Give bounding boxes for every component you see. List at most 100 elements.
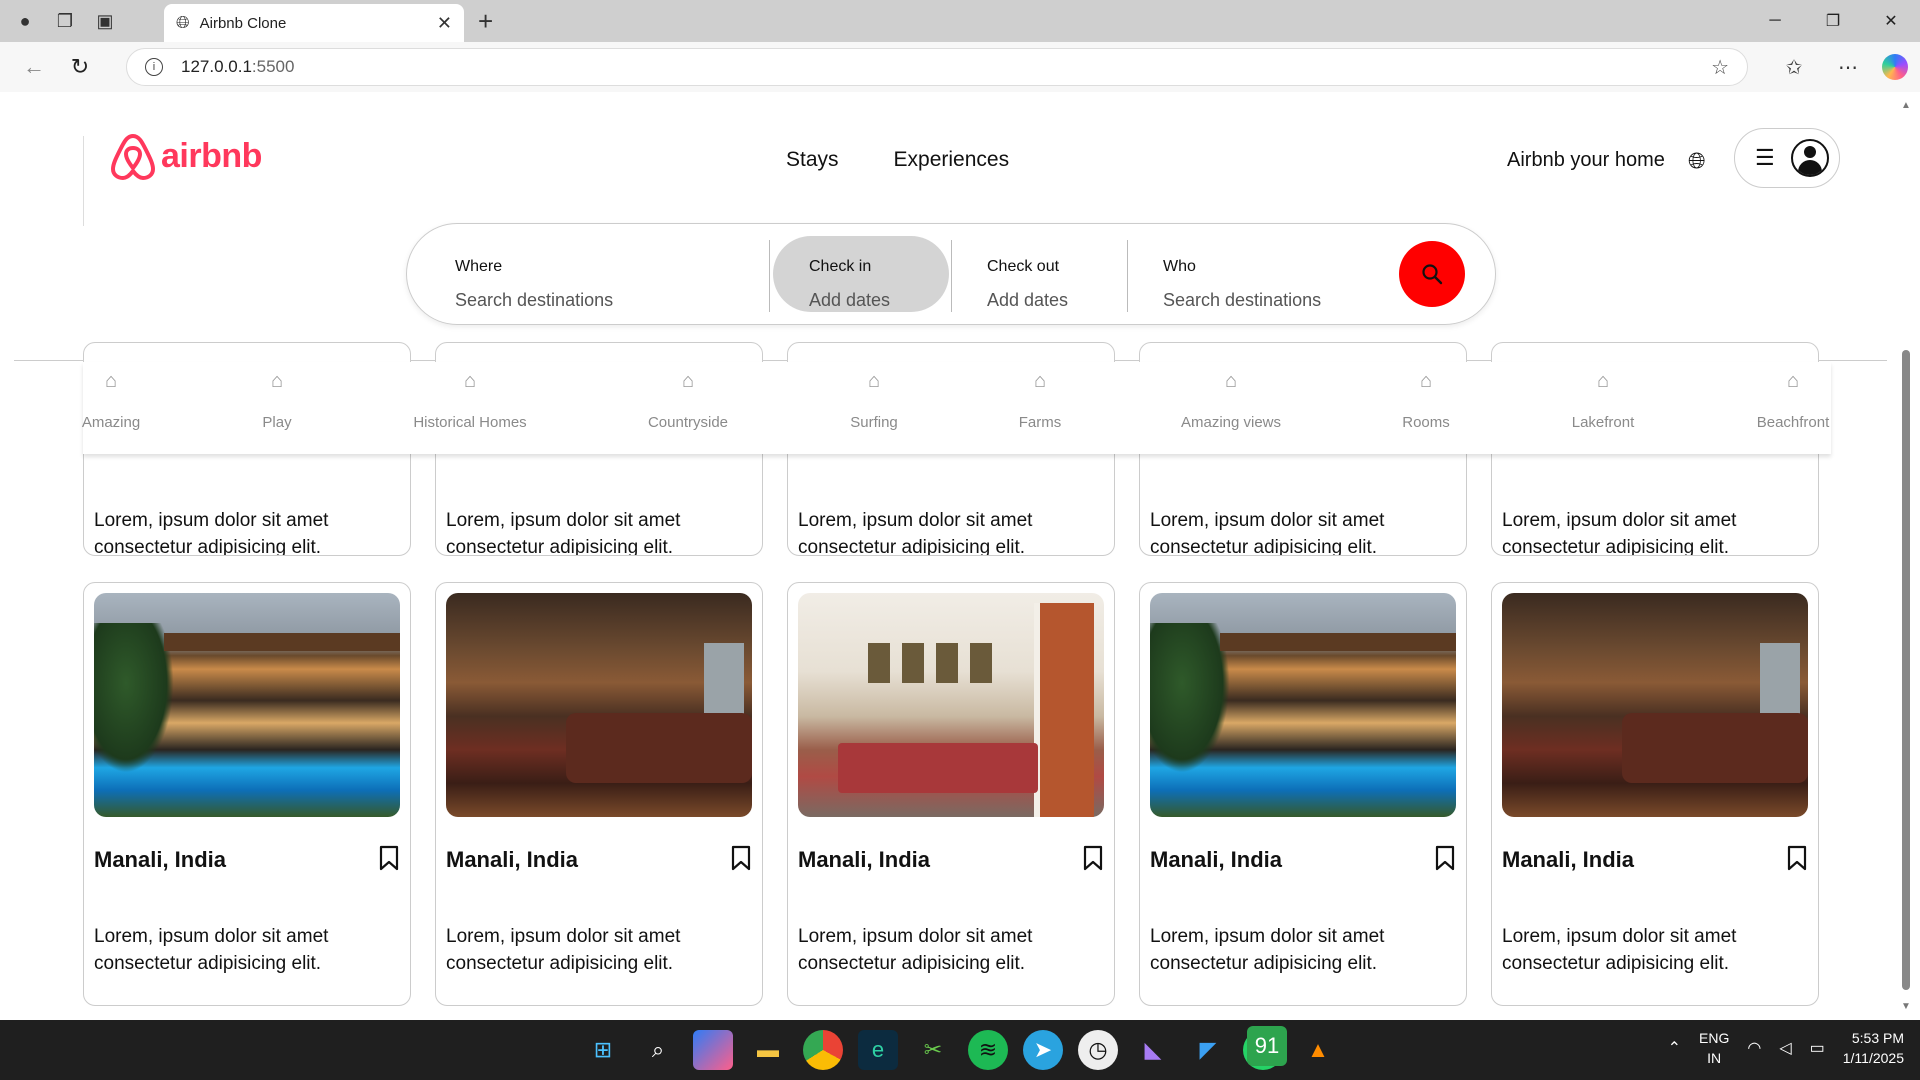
snipping-tool-icon[interactable]: ✂: [913, 1030, 953, 1070]
listing-card[interactable]: Manali, India Lorem, ipsum dolor sit ame…: [83, 582, 411, 1006]
globe-icon: 🌐︎: [176, 13, 190, 32]
listing-description: Lorem, ipsum dolor sit amet consectetur …: [1150, 926, 1385, 974]
who-input[interactable]: Search destinations: [1163, 290, 1387, 311]
restore-icon[interactable]: ❐: [1804, 0, 1862, 42]
listing-photo[interactable]: [446, 593, 752, 817]
copilot-taskbar-icon[interactable]: [693, 1030, 733, 1070]
listing-photo[interactable]: [94, 593, 400, 817]
listing-card[interactable]: Manali, India Lorem, ipsum dolor sit ame…: [435, 582, 763, 1006]
reload-icon[interactable]: ↻: [60, 47, 100, 87]
file-explorer-icon[interactable]: ▬: [748, 1030, 788, 1070]
home-icon: ⌂: [1786, 370, 1800, 392]
clock[interactable]: 5:53 PM 1/11/2025: [1843, 1028, 1904, 1068]
spotify-icon[interactable]: ≋: [968, 1030, 1008, 1070]
bookmark-icon[interactable]: [1786, 845, 1808, 871]
back-icon[interactable]: ←: [14, 47, 54, 87]
airbnb-logo[interactable]: airbnb: [111, 132, 262, 180]
browser-tab[interactable]: 🌐︎ Airbnb Clone ✕: [164, 4, 464, 42]
search-who[interactable]: Who Search destinations: [1127, 236, 1387, 312]
search-checkout[interactable]: Check out Add dates: [951, 236, 1121, 312]
listing-card[interactable]: Manali, India Lorem, ipsum dolor sit ame…: [787, 582, 1115, 1006]
tab-actions-icon[interactable]: ▣: [90, 6, 120, 36]
bookmark-icon[interactable]: [730, 845, 752, 871]
telegram-icon[interactable]: ➤: [1023, 1030, 1063, 1070]
nav-experiences[interactable]: Experiences: [894, 148, 1010, 172]
scroll-thumb[interactable]: [1902, 350, 1910, 990]
new-tab-icon[interactable]: +: [478, 6, 493, 37]
listing-place[interactable]: Manali, India: [94, 847, 226, 873]
profile-icon[interactable]: ●: [10, 6, 40, 36]
edge-icon[interactable]: e: [858, 1030, 898, 1070]
category-surfing[interactable]: ⌂ Surfing: [850, 370, 898, 431]
host-link[interactable]: Airbnb your home: [1507, 149, 1665, 172]
home-icon: ⌂: [463, 370, 477, 392]
tray-expand-icon[interactable]: ⌃: [1668, 1038, 1681, 1058]
workspaces-icon[interactable]: ❐: [50, 6, 80, 36]
favorite-star-icon[interactable]: ☆: [1711, 55, 1729, 80]
favorites-icon[interactable]: ✩: [1774, 48, 1814, 86]
bookmark-icon[interactable]: [378, 845, 400, 871]
home-icon: ⌂: [1419, 370, 1433, 392]
listing-place[interactable]: Manali, India: [798, 847, 930, 873]
clock-app-icon[interactable]: ◷: [1078, 1030, 1118, 1070]
search-button[interactable]: [1399, 241, 1465, 307]
nav-stays[interactable]: Stays: [786, 148, 839, 172]
whatsapp-icon[interactable]: ✆91: [1243, 1026, 1287, 1070]
vlc-icon[interactable]: ▲: [1298, 1030, 1338, 1070]
listing-place[interactable]: Manali, India: [1502, 847, 1634, 873]
category-countryside[interactable]: ⌂ Countryside: [648, 370, 728, 431]
listing-description: Lorem, ipsum dolor sit amet consectetur …: [1502, 510, 1737, 556]
scroll-up-icon[interactable]: ▲: [1901, 100, 1911, 111]
wifi-icon[interactable]: ◠: [1747, 1038, 1761, 1058]
close-window-icon[interactable]: ✕: [1862, 0, 1920, 42]
listing-photo[interactable]: [1150, 593, 1456, 817]
home-icon: ⌂: [1596, 370, 1610, 392]
category-beachfront[interactable]: ⌂ Beachfront: [1757, 370, 1830, 431]
url-field[interactable]: i 127.0.0.1:5500 ☆: [126, 48, 1748, 86]
start-icon[interactable]: ⊞: [583, 1030, 623, 1070]
bookmark-icon[interactable]: [1434, 845, 1456, 871]
search-where[interactable]: Where Search destinations: [419, 236, 703, 312]
listing-place[interactable]: Manali, India: [446, 847, 578, 873]
url-text: 127.0.0.1:5500: [181, 57, 295, 76]
search-icon: [1422, 264, 1443, 285]
language-indicator[interactable]: ENG IN: [1699, 1028, 1729, 1068]
category-rooms[interactable]: ⌂ Rooms: [1402, 370, 1450, 431]
user-menu-button[interactable]: ☰: [1734, 128, 1840, 188]
search-checkin[interactable]: Check in Add dates: [773, 236, 949, 312]
where-input[interactable]: Search destinations: [455, 290, 703, 311]
volume-icon[interactable]: ◁: [1779, 1038, 1791, 1058]
scroll-down-icon[interactable]: ▼: [1901, 1001, 1911, 1012]
category-historical-homes[interactable]: ⌂ Historical Homes: [413, 370, 526, 431]
category-amazing[interactable]: ⌂ Amazing: [82, 370, 140, 431]
copilot-icon[interactable]: [1882, 54, 1908, 80]
visual-studio-icon[interactable]: ◣: [1133, 1030, 1173, 1070]
category-farms[interactable]: ⌂ Farms: [1019, 370, 1062, 431]
checkout-input[interactable]: Add dates: [987, 290, 1121, 311]
listing-card[interactable]: Manali, India Lorem, ipsum dolor sit ame…: [1491, 582, 1819, 1006]
listing-photo[interactable]: [798, 593, 1104, 817]
chrome-icon[interactable]: [803, 1030, 843, 1070]
listing-card[interactable]: Manali, India Lorem, ipsum dolor sit ame…: [1139, 582, 1467, 1006]
checkout-label: Check out: [987, 258, 1060, 275]
category-play[interactable]: ⌂ Play: [262, 370, 291, 431]
search-taskbar-icon[interactable]: ⌕: [638, 1030, 678, 1070]
checkin-input[interactable]: Add dates: [809, 290, 949, 311]
airbnb-logo-icon: [111, 134, 155, 180]
bookmark-icon[interactable]: [1082, 845, 1104, 871]
site-info-icon[interactable]: i: [145, 58, 163, 76]
listing-place[interactable]: Manali, India: [1150, 847, 1282, 873]
listing-description: Lorem, ipsum dolor sit amet consectetur …: [94, 510, 329, 556]
category-amazing-views[interactable]: ⌂ Amazing views: [1181, 370, 1281, 431]
category-lakefront[interactable]: ⌂ Lakefront: [1572, 370, 1635, 431]
vscode-icon[interactable]: ◤: [1188, 1030, 1228, 1070]
more-icon[interactable]: ⋯: [1828, 48, 1868, 86]
taskbar-apps: ⊞ ⌕ ▬ e ✂ ≋ ➤ ◷ ◣ ◤ ✆91 ▲: [583, 1026, 1338, 1070]
listing-description: Lorem, ipsum dolor sit amet consectetur …: [1150, 510, 1385, 556]
minimize-icon[interactable]: ─: [1746, 0, 1804, 42]
listing-photo[interactable]: [1502, 593, 1808, 817]
page-scrollbar[interactable]: ▲ ▼: [1898, 100, 1914, 1012]
close-tab-icon[interactable]: ✕: [437, 13, 452, 34]
language-globe-icon[interactable]: 🌐︎: [1688, 148, 1706, 174]
battery-icon[interactable]: ▭: [1810, 1038, 1825, 1058]
